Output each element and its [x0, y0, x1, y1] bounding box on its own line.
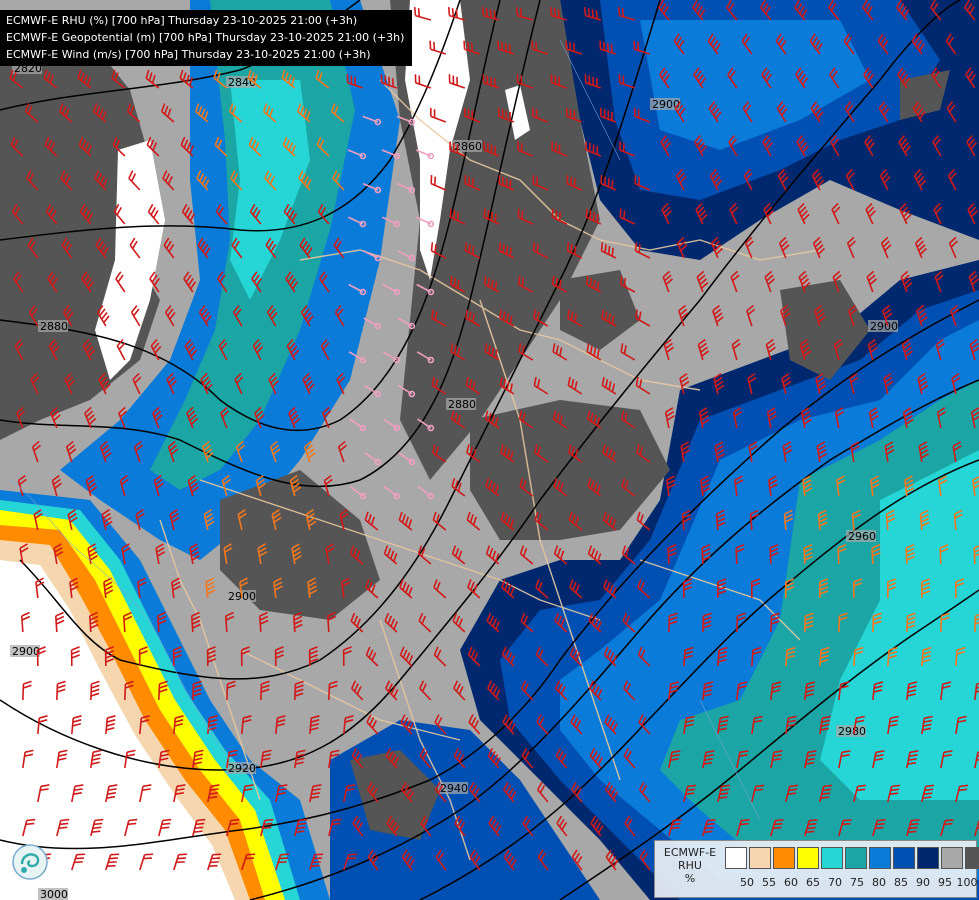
weather-map[interactable]: 2820284028602880288029002900290029202940… [0, 0, 979, 900]
contour-label: 2980 [838, 725, 866, 738]
legend-swatch [917, 847, 939, 869]
logo-icon [10, 842, 50, 882]
legend-swatches [725, 847, 979, 869]
title-line-rhu: ECMWF-E RHU (%) [700 hPa] Thursday 23-10… [6, 14, 358, 27]
legend-tick: 100 [956, 876, 978, 889]
contour-label: 2880 [448, 398, 476, 411]
contour-label: 2920 [228, 762, 256, 775]
legend-tick: 90 [916, 876, 930, 889]
legend-tick: 50 [740, 876, 754, 889]
legend-tick: 95 [938, 876, 952, 889]
title-line-geopotential: ECMWF-E Geopotential (m) [700 hPa] Thurs… [6, 31, 405, 44]
rhu-legend: ECMWF-E RHU % 50 55 60 65 70 75 80 85 90 95 100 [654, 840, 979, 898]
legend-swatch [869, 847, 891, 869]
legend-swatch [845, 847, 867, 869]
legend-label-line: RHU [678, 859, 702, 872]
contour-label: 2900 [870, 320, 898, 333]
contour-label: 2880 [40, 320, 68, 333]
legend-tick: 80 [872, 876, 886, 889]
legend-swatch [725, 847, 747, 869]
contour-label: 2940 [440, 782, 468, 795]
legend-swatch [773, 847, 795, 869]
legend-ticks: 50 55 60 65 70 75 80 85 90 95 100 [725, 876, 978, 890]
legend-tick: 55 [762, 876, 776, 889]
legend-swatch [893, 847, 915, 869]
legend-tick: 85 [894, 876, 908, 889]
legend-swatch [965, 847, 979, 869]
legend-tick: 60 [784, 876, 798, 889]
map-title-box: ECMWF-E RHU (%) [700 hPa] Thursday 23-10… [0, 10, 413, 66]
legend-swatch [797, 847, 819, 869]
legend-swatch [821, 847, 843, 869]
legend-swatch [941, 847, 963, 869]
contour-label: 2900 [12, 645, 40, 658]
contour-label: 2960 [848, 530, 876, 543]
legend-label-line: % [684, 872, 696, 885]
legend-tick: 75 [850, 876, 864, 889]
legend-label-line: ECMWF-E [663, 846, 717, 859]
contour-label: 3000 [40, 888, 68, 900]
legend-label: ECMWF-E RHU % [659, 846, 721, 885]
title-line-wind: ECMWF-E Wind (m/s) [700 hPa] Thursday 23… [6, 48, 371, 61]
legend-tick: 70 [828, 876, 842, 889]
legend-swatch [749, 847, 771, 869]
legend-tick: 65 [806, 876, 820, 889]
